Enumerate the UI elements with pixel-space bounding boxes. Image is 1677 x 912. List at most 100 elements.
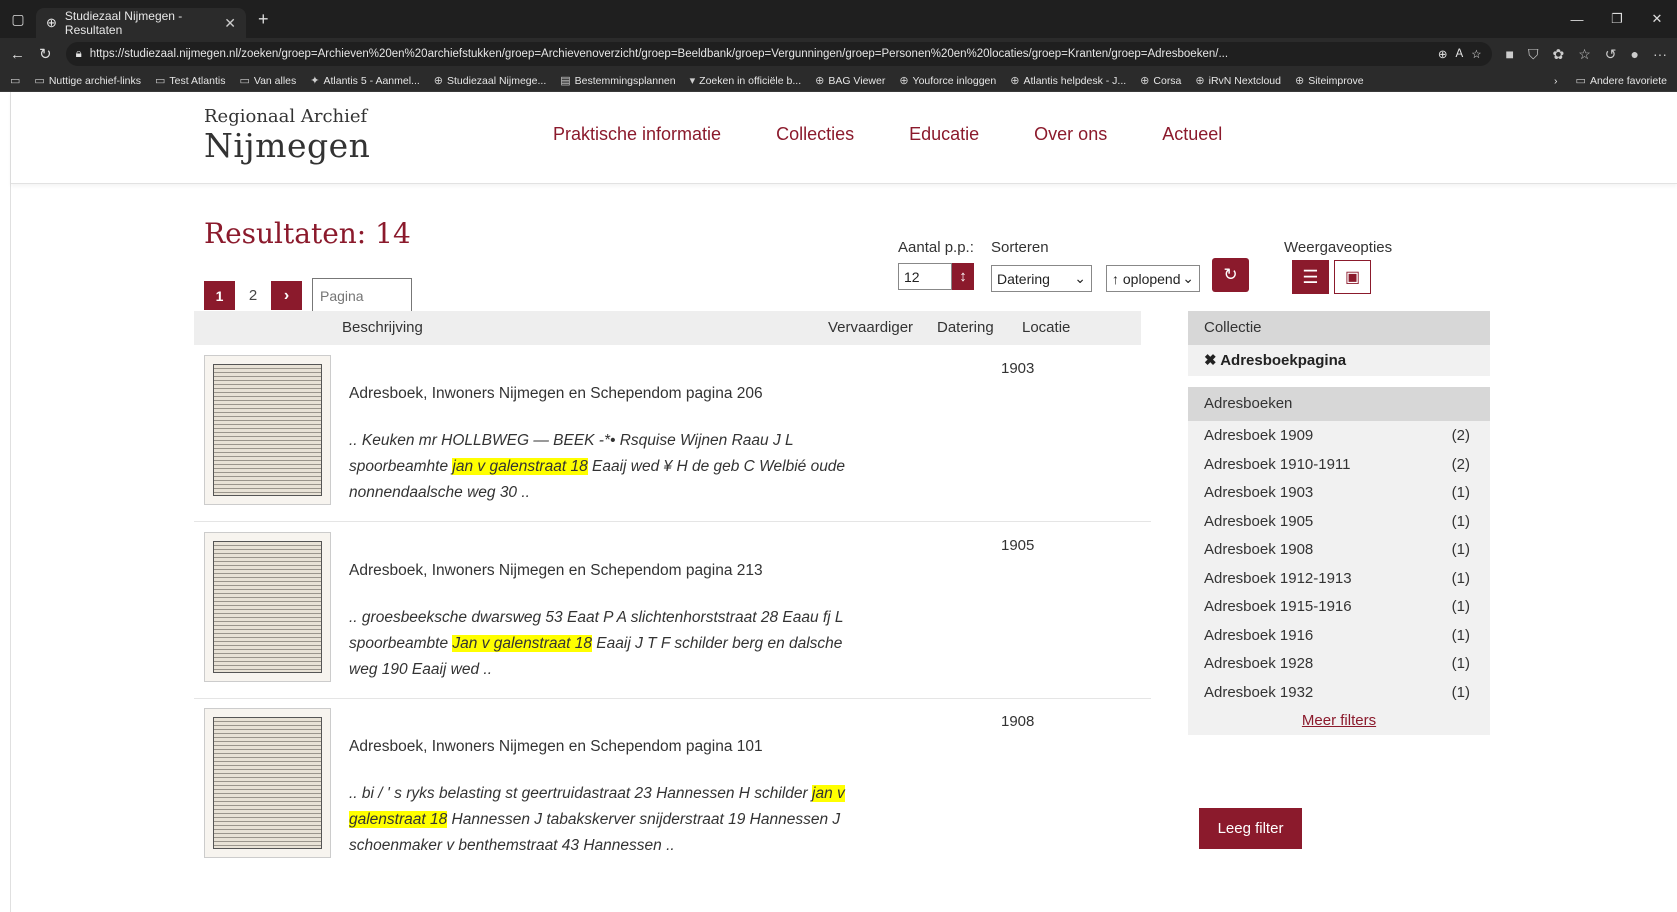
result-thumbnail[interactable]: [204, 708, 331, 858]
col-beschrijving[interactable]: Beschrijving: [342, 319, 423, 336]
nav-collecties[interactable]: Collecties: [776, 124, 854, 145]
close-tab-icon[interactable]: ✕: [224, 15, 236, 32]
result-date: 1908: [1001, 713, 1035, 730]
bookmark-item[interactable]: ▭ Van alles: [239, 74, 296, 88]
puzzle-icon[interactable]: ✿: [1553, 46, 1565, 63]
page-input[interactable]: [312, 278, 412, 313]
bookmark-item[interactable]: ⊕ iRvN Nextcloud: [1195, 74, 1281, 88]
per-page-toggle-button[interactable]: ↕: [952, 263, 974, 290]
tab-title: Studiezaal Nijmegen - Resultaten: [64, 9, 183, 37]
page-current[interactable]: 1: [204, 281, 235, 310]
address-bar-row: ← ↻ 🔒︎ https://studiezaal.nijmegen.nl/zo…: [0, 38, 1677, 70]
site-header: Regionaal Archief Nijmegen Praktische in…: [11, 92, 1677, 184]
bookmark-item[interactable]: ⊕ Studiezaal Nijmege...: [433, 74, 546, 88]
refresh-button[interactable]: ↻: [1212, 258, 1249, 292]
facet-item[interactable]: Adresboek 1916 (1): [1188, 621, 1490, 650]
read-aloud-icon[interactable]: A: [1456, 48, 1464, 60]
bookmark-item[interactable]: ⊕ Atlantis helpdesk - J...: [1010, 74, 1126, 88]
facet-item[interactable]: Adresboek 1915-1916 (1): [1188, 592, 1490, 621]
result-snippet: .. groesbeeksche dwarsweg 53 Eaat P A sl…: [349, 609, 844, 678]
minimize-icon[interactable]: —: [1557, 0, 1597, 38]
nav-educatie[interactable]: Educatie: [909, 124, 979, 145]
bookmark-item[interactable]: ⊕ BAG Viewer: [815, 74, 885, 88]
per-page-input[interactable]: 12: [898, 263, 952, 290]
bookmark-item[interactable]: ▤ Bestemmingsplannen: [560, 74, 675, 88]
facet-item[interactable]: Adresboek 1910-1911 (2): [1188, 450, 1490, 479]
chevron-right-icon: ›: [283, 286, 290, 304]
nav-over-ons[interactable]: Over ons: [1034, 124, 1107, 145]
bookmark-item[interactable]: ⊕ Youforce inloggen: [899, 74, 996, 88]
bookmark-item[interactable]: ▾ Zoeken in officiële b...: [690, 74, 801, 88]
facet-item[interactable]: Adresboek 1903 (1): [1188, 478, 1490, 507]
result-item[interactable]: Adresboek, Inwoners Nijmegen en Schepend…: [194, 522, 1151, 699]
nav-praktische-informatie[interactable]: Praktische informatie: [553, 124, 721, 145]
result-title[interactable]: Adresboek, Inwoners Nijmegen en Schepend…: [349, 562, 763, 580]
favorite-star-icon[interactable]: ☆: [1471, 47, 1481, 61]
browser-tab[interactable]: ⊕ Studiezaal Nijmegen - Resultaten ✕: [36, 8, 246, 38]
bookmark-item[interactable]: ▭ Test Atlantis: [155, 74, 225, 88]
new-tab-button[interactable]: +: [258, 9, 269, 30]
facet-item[interactable]: Adresboek 1912-1913 (1): [1188, 564, 1490, 593]
page-link[interactable]: 2: [235, 287, 271, 304]
more-filters-link[interactable]: Meer filters: [1188, 706, 1490, 735]
favorites-icon[interactable]: ☆: [1578, 46, 1591, 63]
nav-actueel[interactable]: Actueel: [1162, 124, 1222, 145]
facet-item[interactable]: Adresboek 1908 (1): [1188, 535, 1490, 564]
result-title[interactable]: Adresboek, Inwoners Nijmegen en Schepend…: [349, 385, 763, 403]
active-filter[interactable]: ✖ Adresboekpagina: [1188, 345, 1490, 376]
reading-list-icon[interactable]: ▭: [10, 74, 20, 87]
extension-icon[interactable]: ■: [1506, 46, 1514, 63]
profile-avatar[interactable]: ●: [1631, 46, 1639, 63]
zoom-icon[interactable]: ⊕: [1438, 47, 1448, 61]
gallery-view-button[interactable]: ▣: [1334, 260, 1371, 294]
sort-label: Sorteren: [991, 239, 1049, 256]
globe-icon: ⊕: [815, 75, 825, 87]
reload-icon[interactable]: ↻: [39, 45, 52, 63]
col-vervaardiger[interactable]: Vervaardiger: [828, 319, 913, 336]
back-icon[interactable]: ←: [10, 46, 25, 63]
facet-item[interactable]: Adresboek 1905 (1): [1188, 507, 1490, 536]
per-page-label: Aantal p.p.:: [898, 239, 974, 256]
logo-title[interactable]: Nijmegen: [204, 126, 370, 165]
result-snippet: .. Keuken mr HOLLBWEG — BEEK -*• Rsquise…: [349, 432, 846, 501]
window-close-icon[interactable]: ✕: [1637, 0, 1677, 38]
result-item[interactable]: Adresboek, Inwoners Nijmegen en Schepend…: [194, 345, 1151, 522]
bookmark-item[interactable]: ▭ Nuttige archief-links: [34, 74, 141, 88]
web-page: Regionaal Archief Nijmegen Praktische in…: [10, 92, 1677, 912]
history-icon[interactable]: ↺: [1605, 46, 1617, 63]
result-item[interactable]: Adresboek, Inwoners Nijmegen en Schepend…: [194, 698, 1151, 875]
folder-icon: ▭: [155, 75, 166, 87]
col-datering[interactable]: Datering: [937, 319, 994, 336]
chevron-right-icon[interactable]: ›: [1554, 75, 1558, 87]
logo-subtitle[interactable]: Regionaal Archief: [204, 106, 367, 127]
col-locatie[interactable]: Locatie: [1022, 319, 1070, 336]
shield-icon[interactable]: ⛉: [1528, 46, 1539, 63]
bookmark-item[interactable]: ⊕ Corsa: [1140, 74, 1181, 88]
bookmark-item[interactable]: ✦ Atlantis 5 - Aanmel...: [310, 74, 420, 88]
facet-item[interactable]: Adresboek 1932 (1): [1188, 678, 1490, 707]
tab-actions-icon[interactable]: ▢: [0, 0, 36, 38]
globe-icon: ⊕: [433, 75, 444, 87]
other-bookmarks[interactable]: ▭ Andere favoriete: [1575, 74, 1667, 88]
result-thumbnail[interactable]: [204, 532, 331, 682]
clear-filter-button[interactable]: Leeg filter: [1199, 808, 1302, 849]
order-select[interactable]: ↑ oplopend ⌄: [1106, 265, 1200, 292]
result-thumbnail[interactable]: [204, 355, 331, 505]
restore-icon[interactable]: ❐: [1597, 0, 1637, 38]
bookmark-item[interactable]: ⊕ Siteimprove: [1295, 74, 1364, 88]
facet-item[interactable]: Adresboek 1928 (1): [1188, 649, 1490, 678]
result-title[interactable]: Adresboek, Inwoners Nijmegen en Schepend…: [349, 738, 763, 756]
more-menu-icon[interactable]: ···: [1653, 46, 1667, 63]
folder-icon: ▭: [1575, 75, 1586, 87]
site-icon: ✦: [310, 75, 320, 87]
facet-item[interactable]: Adresboek 1909 (2): [1188, 421, 1490, 450]
remove-filter-icon[interactable]: ✖: [1204, 352, 1217, 369]
bookmarks-right: › ▭ Andere favoriete: [1554, 74, 1667, 88]
address-bar[interactable]: 🔒︎ https://studiezaal.nijmegen.nl/zoeken…: [65, 42, 1492, 66]
result-date: 1903: [1001, 360, 1035, 377]
next-page-button[interactable]: ›: [271, 281, 302, 310]
list-view-button[interactable]: ☰: [1292, 260, 1329, 294]
globe-icon: ⊕: [899, 75, 909, 87]
result-snippet: .. bi / ' s ryks belasting st geertruida…: [349, 785, 845, 854]
sort-select[interactable]: Datering ⌄: [991, 265, 1092, 292]
